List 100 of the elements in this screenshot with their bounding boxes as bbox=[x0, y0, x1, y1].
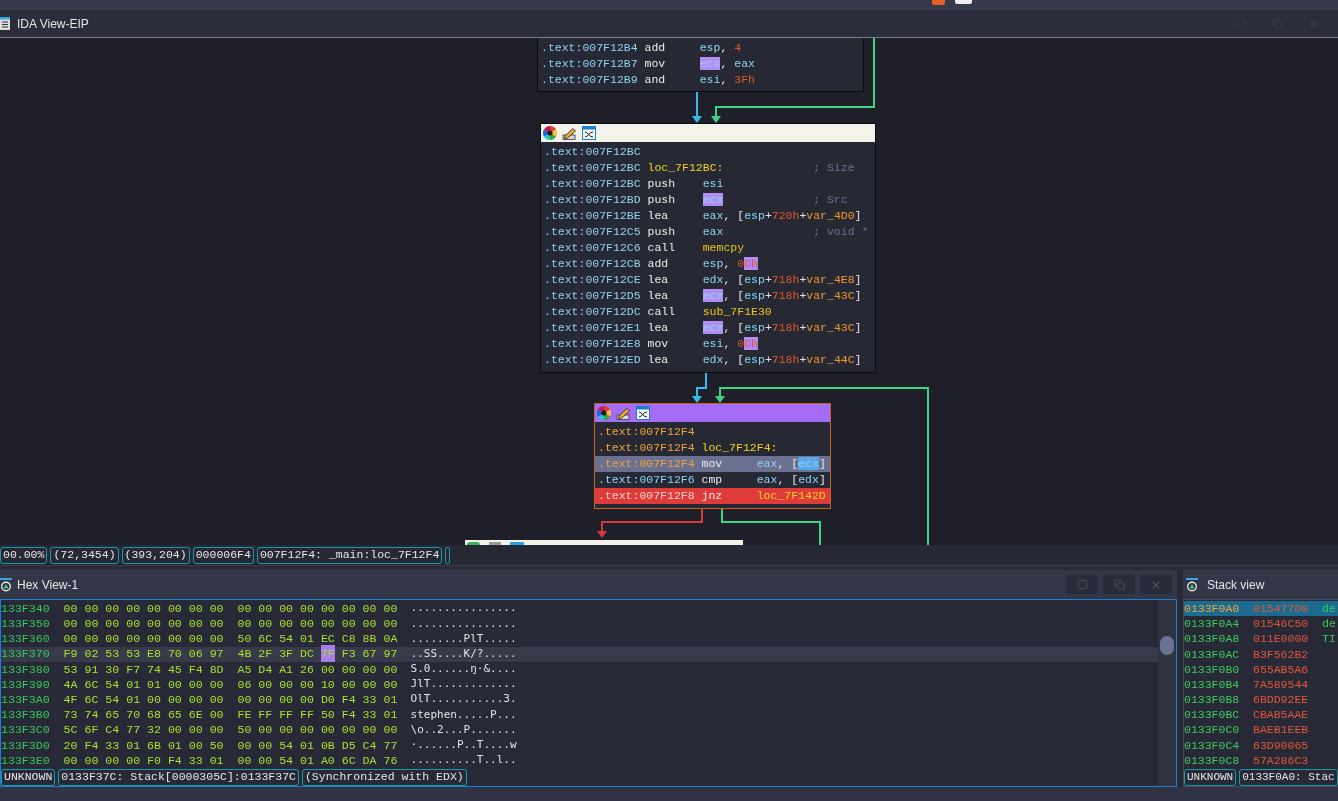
square-icon[interactable] bbox=[955, 0, 972, 4]
shuffle-icon[interactable] bbox=[582, 126, 596, 140]
line-address: .text:007F12ED bbox=[544, 352, 641, 369]
hex-ascii: OlT...........3. bbox=[410, 691, 517, 708]
hex-address: 133F360 bbox=[1, 631, 50, 648]
graph-node[interactable] bbox=[540, 123, 876, 373]
stack-value: 015477D0 bbox=[1253, 600, 1309, 617]
mnemonic: add bbox=[644, 41, 666, 55]
scrollbar-thumb[interactable] bbox=[1160, 636, 1174, 655]
stack-address: 0133F0A4 bbox=[1184, 616, 1240, 633]
status-field: 0133F0A0: Stac bbox=[1239, 768, 1338, 786]
stack-value: CBAB5AAE bbox=[1253, 707, 1309, 724]
stack-address: 0133F0A0 bbox=[1184, 600, 1240, 617]
stack-value: B3F562B2 bbox=[1253, 646, 1309, 663]
panel-title[interactable]: Hex View-1 bbox=[17, 575, 79, 594]
line-address: .text:007F12B9 bbox=[541, 72, 638, 89]
color-wheel-icon[interactable] bbox=[597, 406, 611, 420]
hex-address: 133F390 bbox=[1, 676, 50, 693]
square-icon[interactable] bbox=[932, 0, 945, 5]
line-address: .text:007F12CB bbox=[544, 256, 641, 273]
panel-title[interactable]: Stack view bbox=[1207, 575, 1265, 594]
operands: ecx, [esp+718h+var_43C] bbox=[702, 321, 862, 335]
hex-bytes: 73 74 65 70 68 65 6E 00 FE FF FF FF 50 F4 33 01 bbox=[63, 707, 398, 724]
hex-address: 133F350 bbox=[1, 616, 50, 633]
mnemonic: call bbox=[647, 305, 676, 319]
operands: sub_7F1E30 bbox=[702, 305, 772, 319]
line-address: .text:007F12E8 bbox=[544, 336, 641, 353]
hex-address: 133F3A0 bbox=[1, 692, 50, 709]
dial-icon bbox=[1186, 577, 1198, 592]
graph-node[interactable]: .text:007F12B4 add esp, 4 .text:007F12B7 mov ecx, eax .text:007F12B9 and esi, 3Fh bbox=[537, 38, 864, 92]
hex-ascii: JlT............. bbox=[410, 676, 517, 693]
mnemonic: mov bbox=[644, 57, 666, 71]
mnemonic: mov bbox=[647, 337, 669, 351]
mnemonic: add bbox=[647, 257, 669, 271]
restore-icon bbox=[1113, 579, 1125, 590]
hex-bytes: 53 91 30 F7 74 45 F4 8D A5 D4 A1 26 00 00 00 00 bbox=[63, 661, 398, 678]
operands: esp, 4 bbox=[699, 41, 742, 55]
status-field: (Synchronized with EDX) bbox=[301, 768, 467, 786]
color-wheel-icon[interactable] bbox=[543, 126, 557, 140]
line-address: .text:007F12BE bbox=[544, 208, 641, 225]
hex-address: 133F3C0 bbox=[1, 722, 50, 739]
line-address: .text:007F12BC bbox=[544, 144, 641, 161]
hex-bytes: 20 F4 33 01 6B 01 00 50 00 00 54 01 0B D5 C4 77 bbox=[63, 737, 398, 754]
code-comment: ; void * bbox=[813, 224, 869, 241]
code-comment: ; Size bbox=[813, 160, 855, 177]
stack-address: 0133F0B0 bbox=[1184, 661, 1240, 678]
hex-ascii: ........PlT..... bbox=[410, 630, 517, 647]
status-field: 000006F4 bbox=[192, 546, 254, 564]
status-field: UNKNOWN bbox=[1, 768, 56, 786]
pencil-icon[interactable] bbox=[562, 126, 577, 140]
stack-value: 011E0000 bbox=[1253, 631, 1309, 648]
status-field: (393,204) bbox=[121, 546, 190, 564]
status-field: (72,3454) bbox=[50, 546, 119, 564]
operands: ecx, eax bbox=[699, 57, 755, 71]
operands: esi, 3Fh bbox=[699, 73, 755, 87]
operands: eax bbox=[702, 225, 724, 239]
stack-address: 0133F0C0 bbox=[1184, 722, 1240, 739]
line-address: .text:007F12E1 bbox=[544, 320, 641, 337]
line-address: .text:007F12C5 bbox=[544, 224, 641, 241]
line-address: .text:007F12F4 bbox=[598, 440, 695, 457]
status-field: UNKNOWN bbox=[1184, 768, 1237, 786]
stack-value: 7A589544 bbox=[1253, 676, 1309, 693]
mnemonic: push bbox=[647, 225, 676, 239]
stack-column-text: de bbox=[1322, 616, 1336, 633]
hex-ascii: ................ bbox=[410, 615, 517, 632]
stack-column-text: TI bbox=[1322, 631, 1336, 648]
edge-arrow bbox=[692, 373, 707, 403]
mnemonic: and bbox=[644, 73, 666, 87]
line-address: .text:007F12F4 bbox=[598, 456, 695, 473]
status-segment bbox=[445, 546, 451, 564]
operands: esi bbox=[702, 177, 724, 191]
stack-address: 0133F0B4 bbox=[1184, 676, 1240, 693]
code-label: loc_7F12F4: bbox=[701, 441, 778, 455]
pencil-icon[interactable] bbox=[616, 406, 631, 420]
stack-value: 57A286C3 bbox=[1253, 752, 1309, 769]
hex-bytes: 00 00 00 00 F0 F4 33 01 00 00 54 01 A0 6C DA 76 bbox=[63, 752, 398, 769]
scrollbar-track[interactable] bbox=[1158, 600, 1176, 786]
stack-address: 0133F0A8 bbox=[1184, 631, 1240, 648]
mnemonic: mov bbox=[701, 457, 723, 471]
line-address: .text:007F12BC bbox=[544, 176, 641, 193]
hex-bytes: 5C 6F C4 77 32 00 00 00 50 00 00 00 00 00 00 00 bbox=[63, 722, 398, 739]
panel-title[interactable]: IDA View-EIP bbox=[17, 14, 89, 33]
code-comment: ; Src bbox=[813, 192, 848, 209]
mnemonic: lea bbox=[647, 289, 669, 303]
maximize-button[interactable] bbox=[1066, 575, 1098, 594]
hex-ascii: \o..2...P....... bbox=[410, 721, 517, 738]
hex-bytes: 00 00 00 00 00 00 00 00 50 6C 54 01 EC C8 8B 0A bbox=[63, 631, 398, 648]
hex-bytes: F9 02 53 53 E8 70 06 97 4B 2F 3F DC 7F F3 67 97 bbox=[63, 645, 398, 663]
operands: memcpy bbox=[702, 241, 745, 255]
mnemonic: call bbox=[647, 241, 676, 255]
shuffle-icon[interactable] bbox=[636, 406, 650, 420]
line-address: .text:007F12CE bbox=[544, 272, 641, 289]
stack-address: 0133F0C4 bbox=[1184, 737, 1240, 754]
operands: edx, [esp+718h+var_4E8] bbox=[702, 273, 862, 287]
stack-address: 0133F0C8 bbox=[1184, 752, 1240, 769]
stack-address: 0133F0BC bbox=[1184, 707, 1240, 724]
hex-address: 133F3D0 bbox=[1, 737, 50, 754]
hex-address: 133F3B0 bbox=[1, 707, 50, 724]
maximize-icon bbox=[1076, 579, 1088, 590]
stack-value: 6BDD92EE bbox=[1253, 692, 1309, 709]
